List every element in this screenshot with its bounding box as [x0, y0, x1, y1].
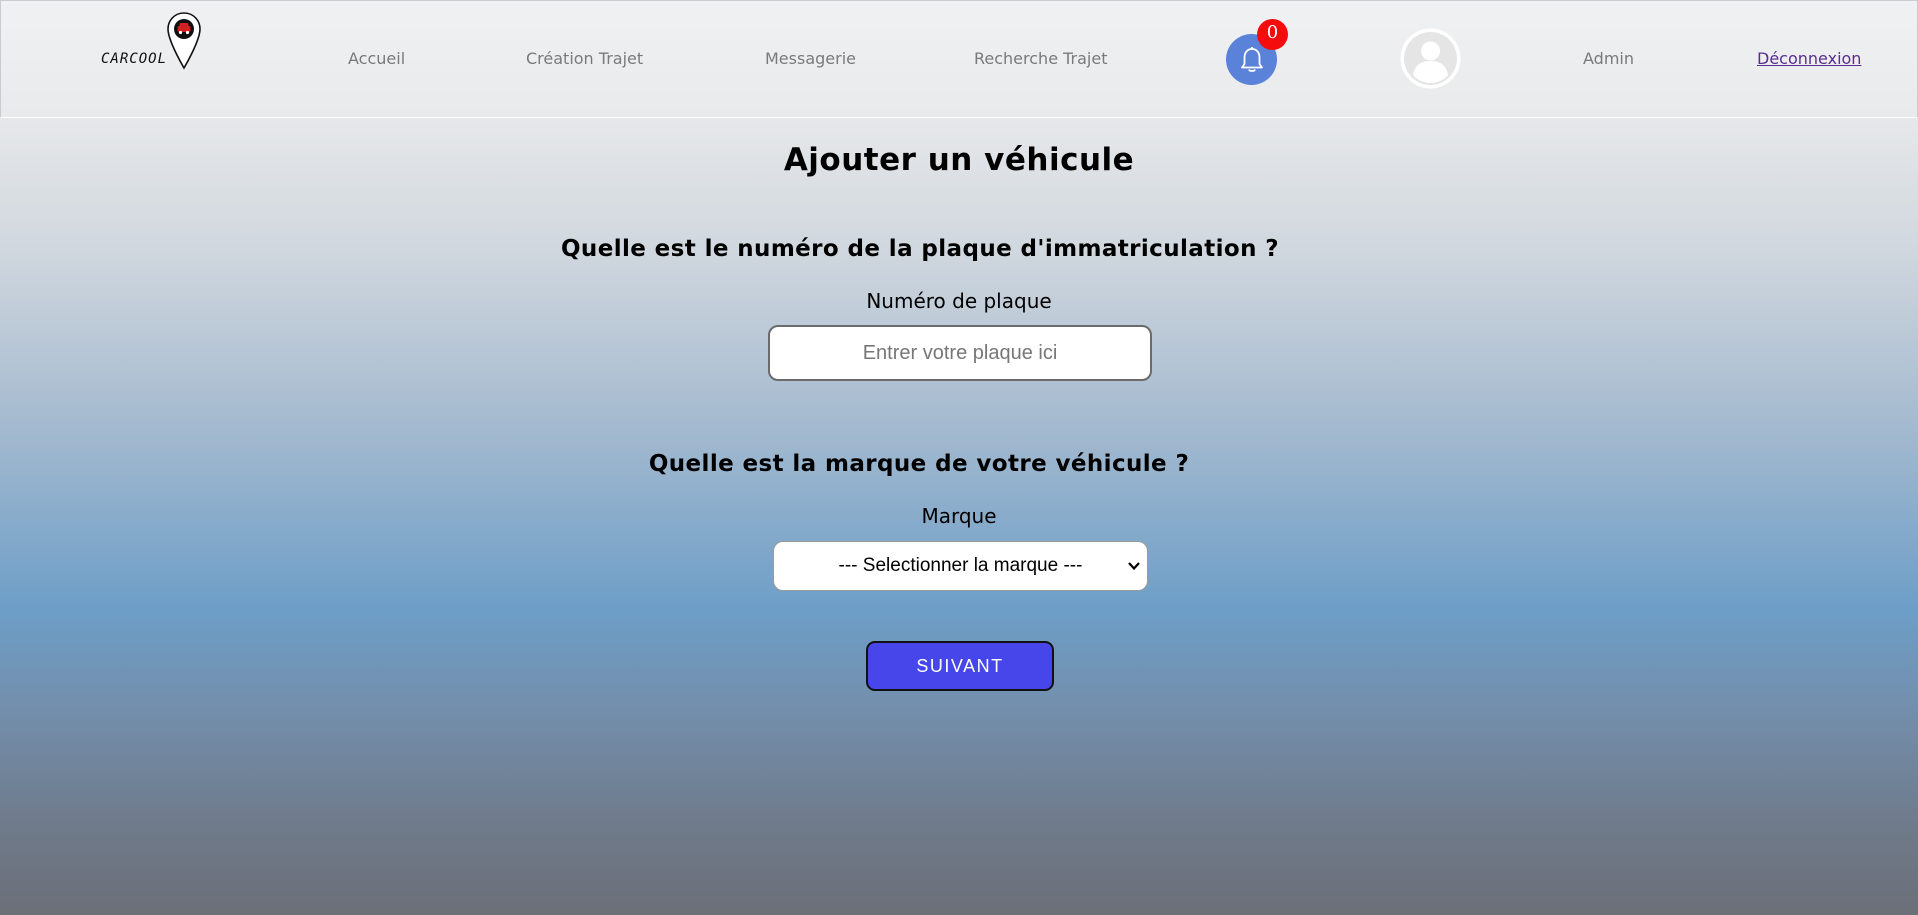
brand-select[interactable]: --- Selectionner la marque ---: [773, 541, 1148, 591]
nav-messaging-link[interactable]: Messagerie: [765, 49, 856, 68]
next-button[interactable]: SUIVANT: [866, 641, 1054, 691]
brand-field-label: Marque: [921, 504, 997, 528]
logo-text: CARCOOL: [101, 51, 168, 67]
plate-number-input[interactable]: [768, 325, 1152, 381]
page-title: Ajouter un véhicule: [783, 142, 1135, 178]
brand-select-value: --- Selectionner la marque ---: [838, 555, 1083, 576]
chevron-down-icon: [1128, 562, 1140, 571]
location-pin-car-icon: [167, 12, 201, 70]
nav-admin-link[interactable]: Admin: [1583, 49, 1634, 68]
nav-search-trip-link[interactable]: Recherche Trajet: [974, 49, 1107, 68]
user-avatar-icon: [1400, 28, 1461, 89]
top-navbar: CARCOOL Accueil Création Trajet Messager…: [0, 0, 1918, 118]
carcool-logo[interactable]: CARCOOL: [99, 11, 209, 75]
plate-field-label: Numéro de plaque: [866, 289, 1052, 313]
logout-link[interactable]: Déconnexion: [1757, 49, 1861, 68]
notifications-count-badge: 0: [1257, 19, 1288, 50]
plate-question: Quelle est le numéro de la plaque d'imma…: [560, 236, 1280, 262]
brand-question: Quelle est la marque de votre véhicule ?: [648, 451, 1190, 477]
bell-icon: [1240, 46, 1263, 72]
nav-create-trip-link[interactable]: Création Trajet: [526, 49, 643, 68]
nav-home-link[interactable]: Accueil: [348, 49, 405, 68]
profile-avatar-button[interactable]: [1400, 28, 1461, 89]
